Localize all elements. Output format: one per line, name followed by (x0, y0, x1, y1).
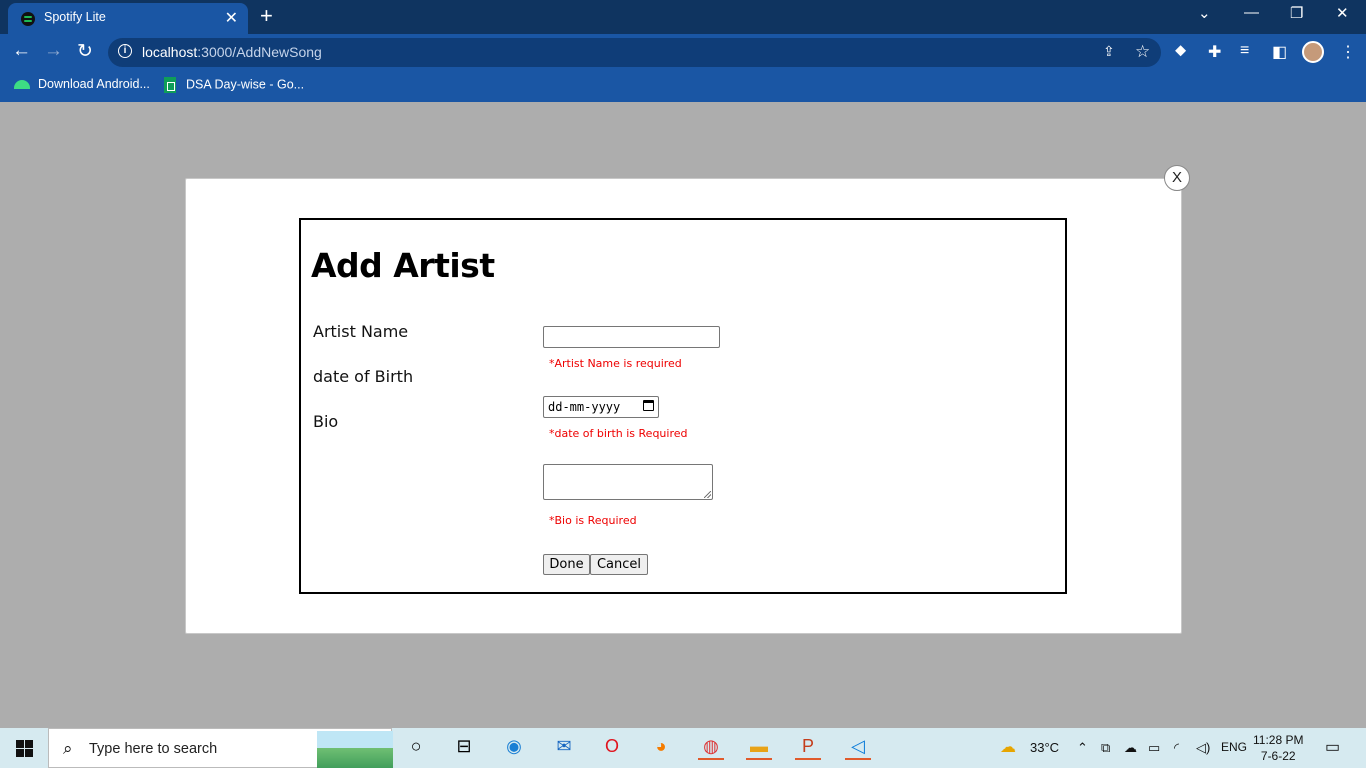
dob-placeholder: dd-mm-yyyy (548, 400, 621, 414)
task-view-icon[interactable]: ⊟ (451, 736, 477, 760)
file-explorer-icon[interactable]: ▬ (746, 736, 772, 760)
back-button[interactable]: ← (12, 40, 31, 62)
url-path: :3000/AddNewSong (197, 44, 322, 60)
dob-label: date of Birth (313, 367, 414, 386)
weather-temp[interactable]: 33°C (1030, 740, 1059, 755)
edge-icon[interactable]: ◉ (501, 736, 527, 760)
search-highlight-image (317, 731, 393, 768)
vscode-icon[interactable]: ◁ (845, 736, 871, 760)
browser-tab-strip: Spotify Lite ✕ + ⌄ — ❐ ✕ (0, 0, 1366, 34)
extension-icon[interactable]: ⬥ (1175, 42, 1186, 60)
start-tile (16, 749, 24, 757)
notifications-icon[interactable]: ▭ (1325, 737, 1340, 757)
reload-button[interactable]: ↻ (77, 40, 93, 63)
onedrive-icon[interactable]: ☁ (1124, 740, 1137, 756)
tab-search-icon[interactable]: ⌄ (1198, 4, 1211, 22)
browser-toolbar: ← → ↻ i localhost:3000/AddNewSong ⇪ ☆ ⬥ … (0, 34, 1366, 70)
android-icon (14, 80, 30, 90)
bookmark-android[interactable]: Download Android... (14, 77, 150, 91)
restore-button[interactable]: ❐ (1290, 4, 1303, 22)
start-tile (25, 749, 33, 757)
bookmark-label: Download Android... (38, 77, 150, 91)
bio-label: Bio (313, 412, 339, 431)
artist-name-input[interactable] (543, 326, 720, 348)
meet-now-icon[interactable]: ⧉ (1101, 740, 1110, 756)
profile-avatar[interactable] (1302, 41, 1324, 63)
tab-close-icon[interactable]: ✕ (225, 8, 238, 28)
artist-name-label: Artist Name (313, 322, 409, 341)
cortana-icon[interactable]: ○ (403, 736, 429, 760)
chrome-icon[interactable]: ◍ (698, 736, 724, 760)
browser-tab[interactable]: Spotify Lite ✕ (8, 3, 248, 34)
start-tile (25, 740, 33, 748)
powerpoint-icon[interactable]: P (795, 736, 821, 760)
form-title: Add Artist (311, 246, 495, 285)
wifi-icon[interactable]: ◜ (1174, 740, 1179, 756)
media-control-icon[interactable]: ≡ (1240, 42, 1249, 60)
cancel-button[interactable]: Cancel (590, 554, 648, 575)
url-text[interactable]: localhost:3000/AddNewSong (142, 44, 322, 60)
minimize-button[interactable]: — (1244, 4, 1259, 21)
bookmark-star-icon[interactable]: ☆ (1135, 42, 1150, 62)
dob-error: *date of birth is Required (549, 427, 688, 440)
share-icon[interactable]: ⇪ (1103, 43, 1115, 60)
site-info-icon[interactable]: i (118, 44, 132, 58)
forward-button[interactable]: → (44, 40, 63, 62)
url-host: localhost (142, 44, 198, 60)
weather-icon[interactable]: ☁ (1000, 737, 1016, 757)
dob-input[interactable]: dd-mm-yyyy (543, 396, 659, 418)
search-placeholder: Type here to search (89, 741, 218, 757)
done-button[interactable]: Done (543, 554, 590, 575)
language-indicator[interactable]: ENG (1221, 740, 1247, 754)
start-tile (16, 740, 24, 748)
opera-icon[interactable]: O (599, 736, 625, 760)
bookmark-dsa[interactable]: DSA Day-wise - Go... (164, 77, 304, 93)
bookmark-label: DSA Day-wise - Go... (186, 77, 305, 92)
address-bar[interactable]: i localhost:3000/AddNewSong ⇪ ☆ (108, 38, 1161, 67)
sheets-icon (164, 77, 176, 93)
system-clock[interactable]: 11:28 PM 7-6-22 (1253, 732, 1303, 764)
new-tab-button[interactable]: + (260, 3, 273, 29)
taskbar-search-box[interactable]: ⌕ Type here to search (48, 728, 393, 768)
windows-taskbar: ⌕ Type here to search ○ ⊟ ◉ ✉ O ◕ ◍ ▬ P … (0, 728, 1366, 768)
clock-time: 11:28 PM (1253, 733, 1304, 747)
window-close-button[interactable]: ✕ (1336, 4, 1349, 22)
calendar-icon[interactable] (643, 400, 654, 411)
bio-error: *Bio is Required (549, 514, 637, 527)
mail-icon[interactable]: ✉ (551, 736, 577, 760)
add-artist-form: Add Artist Artist Name date of Birth Bio… (299, 218, 1067, 594)
firefox-icon[interactable]: ◕ (648, 736, 674, 760)
volume-icon[interactable]: ◁) (1196, 740, 1210, 756)
side-panel-icon[interactable]: ◧ (1272, 42, 1287, 62)
bio-textarea[interactable] (543, 464, 713, 500)
battery-icon[interactable]: ▭ (1148, 740, 1160, 756)
modal-close-button[interactable]: X (1164, 165, 1190, 191)
clock-date: 7-6-22 (1260, 749, 1296, 763)
extensions-puzzle-icon[interactable]: ✚ (1208, 42, 1221, 62)
spotify-icon (21, 12, 35, 26)
tray-overflow-icon[interactable]: ⌃ (1077, 740, 1088, 756)
artist-name-error: *Artist Name is required (549, 357, 682, 370)
search-icon: ⌕ (63, 739, 73, 758)
browser-menu-icon[interactable]: ⋮ (1340, 42, 1356, 62)
bookmarks-bar: Download Android... DSA Day-wise - Go... (0, 70, 1366, 102)
windows-start-icon[interactable] (16, 740, 33, 757)
tab-title: Spotify Lite (44, 10, 106, 24)
